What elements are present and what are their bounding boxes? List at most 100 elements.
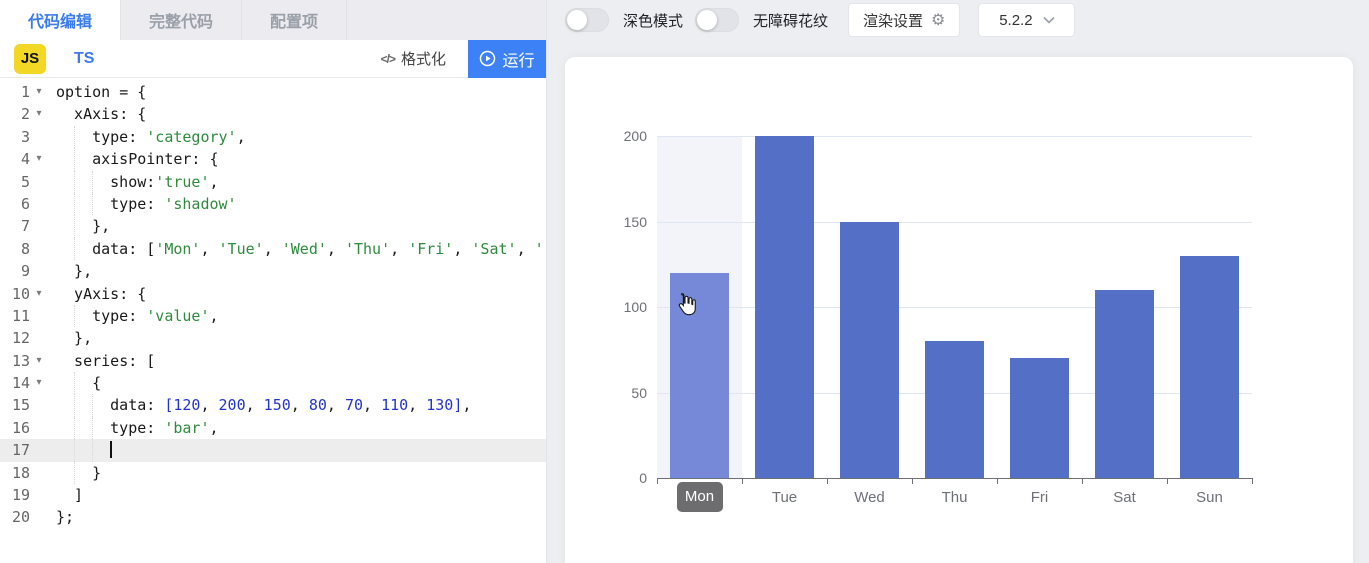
fold-arrow-icon[interactable]: ▾ bbox=[30, 372, 48, 394]
ts-language-button[interactable]: TS bbox=[74, 50, 94, 68]
bar-fri[interactable] bbox=[1010, 358, 1069, 478]
code-line[interactable]: 15 data: [120, 200, 150, 80, 70, 110, 13… bbox=[0, 394, 546, 416]
code-line[interactable]: 20}; bbox=[0, 506, 546, 528]
code-line-text[interactable] bbox=[48, 439, 546, 461]
code-token: type: bbox=[110, 195, 164, 213]
code-token: axisPointer: { bbox=[92, 150, 218, 168]
indent-guide bbox=[56, 171, 74, 193]
fold-gutter bbox=[30, 215, 48, 237]
fold-gutter bbox=[30, 394, 48, 416]
x-axis-line bbox=[657, 478, 1252, 479]
text-caret bbox=[110, 441, 112, 458]
js-language-button[interactable]: JS bbox=[14, 44, 46, 74]
code-line[interactable]: 12 }, bbox=[0, 327, 546, 349]
code-line[interactable]: 19 ] bbox=[0, 484, 546, 506]
code-line-text[interactable]: ] bbox=[48, 484, 546, 506]
fold-arrow-icon[interactable]: ▾ bbox=[30, 148, 48, 170]
code-line-text[interactable]: axisPointer: { bbox=[48, 148, 546, 170]
indent-guide bbox=[74, 462, 92, 484]
y-gridline bbox=[657, 222, 1252, 223]
editor-tab-bar: 代码编辑 完整代码 配置项 bbox=[0, 0, 546, 40]
bar-tue[interactable] bbox=[755, 136, 814, 478]
code-line-text[interactable]: }, bbox=[48, 327, 546, 349]
code-line-text[interactable]: series: [ bbox=[48, 350, 546, 372]
line-gutter: 8 bbox=[0, 238, 48, 260]
x-axis-tick-label: Thu bbox=[912, 488, 997, 508]
indent-guide bbox=[56, 260, 74, 282]
code-line[interactable]: 14▾ { bbox=[0, 372, 546, 394]
code-token: yAxis: { bbox=[74, 285, 146, 303]
code-line[interactable]: 2▾ xAxis: { bbox=[0, 103, 546, 125]
code-line[interactable]: 1▾option = { bbox=[0, 81, 546, 103]
code-line[interactable]: 9 }, bbox=[0, 260, 546, 282]
line-gutter: 20 bbox=[0, 506, 48, 528]
fold-arrow-icon[interactable]: ▾ bbox=[30, 81, 48, 103]
indent-guide bbox=[56, 283, 74, 305]
code-line-text[interactable]: }, bbox=[48, 260, 546, 282]
x-axis-tick-label: Fri bbox=[997, 488, 1082, 508]
code-line[interactable]: 8 data: ['Mon', 'Tue', 'Wed', 'Thu', 'Fr… bbox=[0, 238, 546, 260]
code-line-text[interactable]: show:'true', bbox=[48, 171, 546, 193]
fold-arrow-icon[interactable]: ▾ bbox=[30, 350, 48, 372]
code-line[interactable]: 7 }, bbox=[0, 215, 546, 237]
bar-sat[interactable] bbox=[1095, 290, 1154, 478]
code-line-text[interactable]: data: [120, 200, 150, 80, 70, 110, 130], bbox=[48, 394, 546, 416]
code-line[interactable]: 16 type: 'bar', bbox=[0, 417, 546, 439]
bar-thu[interactable] bbox=[925, 341, 984, 478]
code-line-text[interactable]: option = { bbox=[48, 81, 546, 103]
fold-gutter bbox=[30, 126, 48, 148]
code-line[interactable]: 18 } bbox=[0, 462, 546, 484]
code-line[interactable]: 11 type: 'value', bbox=[0, 305, 546, 327]
indent-guide bbox=[92, 394, 110, 416]
code-line[interactable]: 17 bbox=[0, 439, 546, 461]
code-token: 'Mon' bbox=[155, 240, 200, 258]
code-token: , bbox=[209, 173, 218, 191]
run-button[interactable]: 运行 bbox=[468, 40, 546, 78]
code-line[interactable]: 6 type: 'shadow' bbox=[0, 193, 546, 215]
tab-code-edit[interactable]: 代码编辑 bbox=[0, 0, 121, 40]
version-select[interactable]: 5.2.2 bbox=[978, 3, 1075, 37]
code-token: , bbox=[462, 396, 471, 414]
accessibility-pattern-toggle[interactable] bbox=[695, 8, 739, 32]
dark-mode-toggle[interactable] bbox=[565, 8, 609, 32]
tab-bar-filler bbox=[347, 0, 546, 40]
code-line[interactable]: 3 type: 'category', bbox=[0, 126, 546, 148]
code-line-text[interactable]: }; bbox=[48, 506, 546, 528]
code-line[interactable]: 10▾ yAxis: { bbox=[0, 283, 546, 305]
bar-wed[interactable] bbox=[840, 222, 899, 479]
bar-sun[interactable] bbox=[1180, 256, 1239, 478]
code-token: , bbox=[453, 240, 471, 258]
code-line-text[interactable]: type: 'shadow' bbox=[48, 193, 546, 215]
code-line-text[interactable]: { bbox=[48, 372, 546, 394]
code-line-text[interactable]: }, bbox=[48, 215, 546, 237]
code-line[interactable]: 5 show:'true', bbox=[0, 171, 546, 193]
code-line[interactable]: 13▾ series: [ bbox=[0, 350, 546, 372]
code-line-text[interactable]: xAxis: { bbox=[48, 103, 546, 125]
indent-guide bbox=[56, 417, 74, 439]
indent-guide bbox=[56, 193, 74, 215]
code-line-text[interactable]: type: 'bar', bbox=[48, 417, 546, 439]
axis-pointer-label: Mon bbox=[677, 482, 723, 512]
render-settings-label: 渲染设置 bbox=[863, 10, 923, 31]
tab-config-options[interactable]: 配置项 bbox=[242, 0, 347, 40]
code-line-text[interactable]: data: ['Mon', 'Tue', 'Wed', 'Thu', 'Fri'… bbox=[48, 238, 546, 260]
code-token: , bbox=[291, 396, 309, 414]
code-line[interactable]: 4▾ axisPointer: { bbox=[0, 148, 546, 170]
tab-full-code[interactable]: 完整代码 bbox=[121, 0, 242, 40]
fold-arrow-icon[interactable]: ▾ bbox=[30, 283, 48, 305]
code-line-text[interactable]: } bbox=[48, 462, 546, 484]
fold-arrow-icon[interactable]: ▾ bbox=[30, 103, 48, 125]
code-line-text[interactable]: type: 'category', bbox=[48, 126, 546, 148]
fold-gutter bbox=[30, 260, 48, 282]
code-editor[interactable]: 1▾option = {2▾ xAxis: {3 type: 'category… bbox=[0, 78, 546, 563]
indent-guide bbox=[92, 193, 110, 215]
render-settings-button[interactable]: 渲染设置 ⚙ bbox=[848, 3, 960, 37]
code-token: , bbox=[363, 396, 381, 414]
code-token: 'true' bbox=[155, 173, 209, 191]
bar-mon[interactable] bbox=[670, 273, 729, 478]
code-line-text[interactable]: yAxis: { bbox=[48, 283, 546, 305]
line-number: 9 bbox=[0, 260, 30, 282]
code-line-text[interactable]: type: 'value', bbox=[48, 305, 546, 327]
toggle-knob bbox=[697, 10, 717, 30]
format-button[interactable]: </> 格式化 bbox=[381, 48, 446, 69]
